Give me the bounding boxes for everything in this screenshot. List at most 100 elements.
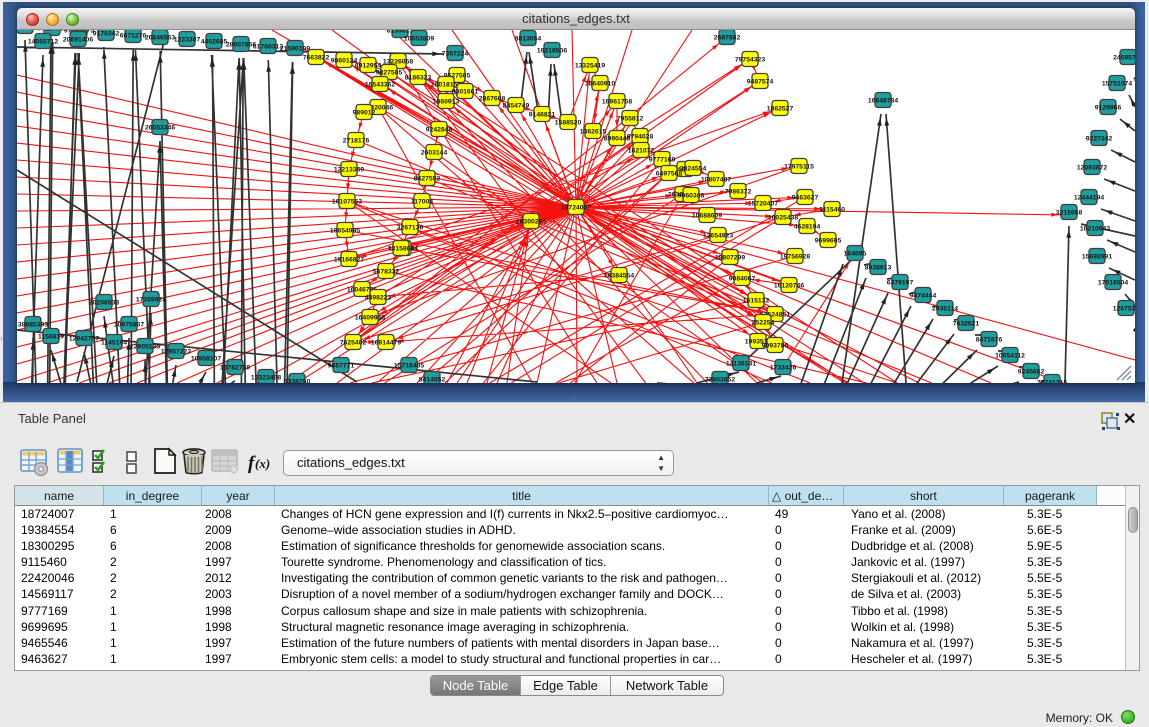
svg-text:16120746: 16120746 xyxy=(774,282,804,289)
svg-text:16961758: 16961758 xyxy=(602,98,632,105)
svg-text:1267531: 1267531 xyxy=(1113,305,1135,312)
svg-text:9146821: 9146821 xyxy=(529,111,556,118)
svg-text:7955812: 7955812 xyxy=(617,115,644,122)
svg-text:38885393: 38885393 xyxy=(18,321,48,328)
svg-text:16409948: 16409948 xyxy=(355,314,385,321)
svg-text:6497568: 6497568 xyxy=(656,170,683,177)
svg-text:9777169: 9777169 xyxy=(649,156,676,163)
svg-text:16914479: 16914479 xyxy=(371,339,401,346)
svg-text:13654923: 13654923 xyxy=(703,232,733,239)
svg-text:10975867: 10975867 xyxy=(114,321,144,328)
svg-text:6794028: 6794028 xyxy=(627,133,654,140)
svg-text:8159013: 8159013 xyxy=(387,30,414,34)
svg-text:(x): (x) xyxy=(255,456,270,471)
svg-text:9129966: 9129966 xyxy=(1095,104,1122,111)
svg-text:9170342: 9170342 xyxy=(93,30,120,37)
svg-text:7357224: 7357224 xyxy=(442,50,469,57)
svg-text:12905135: 12905135 xyxy=(130,343,160,350)
svg-text:16640910: 16640910 xyxy=(585,80,615,87)
svg-text:16782759: 16782759 xyxy=(220,364,250,371)
svg-text:2935114: 2935114 xyxy=(932,305,958,312)
svg-text:2603144: 2603144 xyxy=(421,149,448,156)
svg-text:26053346: 26053346 xyxy=(145,124,175,131)
svg-text:12323468: 12323468 xyxy=(251,374,281,381)
svg-text:7986372: 7986372 xyxy=(725,188,752,195)
svg-text:12444194: 12444194 xyxy=(1074,194,1104,201)
svg-text:1223307: 1223307 xyxy=(174,36,201,43)
svg-text:8471676: 8471676 xyxy=(976,336,1003,343)
svg-text:14055712: 14055712 xyxy=(28,38,58,45)
svg-text:1156819: 1156819 xyxy=(38,333,64,340)
svg-text:1588520: 1588520 xyxy=(555,119,582,126)
svg-text:4402685: 4402685 xyxy=(201,38,228,45)
svg-text:7625402: 7625402 xyxy=(340,339,367,346)
svg-text:8454749: 8454749 xyxy=(503,102,530,109)
svg-text:3824554: 3824554 xyxy=(680,165,707,172)
svg-text:2867608: 2867608 xyxy=(479,95,506,102)
svg-text:12093872: 12093872 xyxy=(1077,164,1107,171)
svg-text:117004: 117004 xyxy=(411,198,434,205)
svg-text:9487574: 9487574 xyxy=(747,78,774,85)
svg-text:18807299: 18807299 xyxy=(715,254,745,261)
svg-text:1615132: 1615132 xyxy=(743,297,770,304)
svg-text:5678332: 5678332 xyxy=(373,268,400,275)
svg-text:9860124: 9860124 xyxy=(331,57,358,64)
svg-text:18724007: 18724007 xyxy=(561,204,591,211)
svg-text:1862527: 1862527 xyxy=(767,105,794,112)
svg-text:9463627: 9463627 xyxy=(792,194,819,201)
svg-text:14136141: 14136141 xyxy=(726,360,756,367)
svg-text:18300295: 18300295 xyxy=(516,218,546,225)
svg-text:26846563: 26846563 xyxy=(145,34,175,41)
svg-text:12213369: 12213369 xyxy=(334,166,364,173)
svg-text:1315864: 1315864 xyxy=(388,245,415,252)
svg-text:8301661: 8301661 xyxy=(452,88,479,95)
svg-text:16543362: 16543362 xyxy=(365,81,395,88)
svg-text:17359924: 17359924 xyxy=(136,296,166,303)
svg-text:4628194: 4628194 xyxy=(794,223,821,230)
svg-text:10653809: 10653809 xyxy=(404,35,434,42)
svg-text:17957223: 17957223 xyxy=(161,348,191,355)
svg-text:252254: 252254 xyxy=(752,319,775,326)
svg-text:8414852: 8414852 xyxy=(419,376,446,383)
svg-text:16107553: 16107553 xyxy=(332,198,362,205)
svg-text:10025438: 10025438 xyxy=(768,214,798,221)
svg-text:9242848: 9242848 xyxy=(426,126,453,133)
svg-text:15716485: 15716485 xyxy=(394,362,424,369)
svg-text:20206538: 20206538 xyxy=(89,299,119,306)
svg-text:28907866: 28907866 xyxy=(226,41,256,48)
svg-text:2687682: 2687682 xyxy=(714,34,741,41)
svg-text:8427552: 8427552 xyxy=(414,175,441,182)
svg-text:8186323: 8186323 xyxy=(405,74,432,81)
svg-text:19384554: 19384554 xyxy=(604,272,634,279)
svg-text:8938913: 8938913 xyxy=(865,264,892,271)
svg-text:164095: 164095 xyxy=(844,250,867,257)
svg-text:9827505: 9827505 xyxy=(376,69,403,76)
svg-text:15692991: 15692991 xyxy=(1082,253,1112,260)
svg-text:79754323: 79754323 xyxy=(735,56,765,63)
svg-text:17975115: 17975115 xyxy=(784,163,814,170)
svg-text:97114710: 97114710 xyxy=(37,30,67,32)
svg-text:6338750: 6338750 xyxy=(284,378,311,383)
svg-text:20691406: 20691406 xyxy=(63,36,93,43)
svg-text:77741215: 77741215 xyxy=(1037,379,1067,383)
svg-text:9093786: 9093786 xyxy=(762,342,789,349)
svg-text:61760313: 61760313 xyxy=(253,43,283,50)
svg-text:1621072: 1621072 xyxy=(628,147,655,154)
svg-text:19756928: 19756928 xyxy=(780,253,810,260)
svg-text:13325419: 13325419 xyxy=(575,62,605,69)
svg-text:7632621: 7632621 xyxy=(953,320,980,327)
svg-text:10958107: 10958107 xyxy=(191,355,221,362)
svg-text:8813054: 8813054 xyxy=(515,35,542,42)
svg-text:9115460: 9115460 xyxy=(819,206,845,213)
svg-text:1860913: 1860913 xyxy=(433,98,460,105)
svg-text:9960308: 9960308 xyxy=(678,192,705,199)
svg-text:7663822: 7663822 xyxy=(303,54,330,61)
svg-text:9227342: 9227342 xyxy=(1086,135,1113,142)
svg-text:6379197: 6379197 xyxy=(887,279,914,286)
svg-text:6671276: 6671276 xyxy=(120,32,147,39)
svg-text:3267130: 3267130 xyxy=(397,224,424,231)
svg-text:10688609: 10688609 xyxy=(692,212,722,219)
svg-text:24595711: 24595711 xyxy=(1113,54,1135,61)
svg-text:10807487: 10807487 xyxy=(701,176,731,183)
svg-text:15751074: 15751074 xyxy=(1102,80,1132,87)
